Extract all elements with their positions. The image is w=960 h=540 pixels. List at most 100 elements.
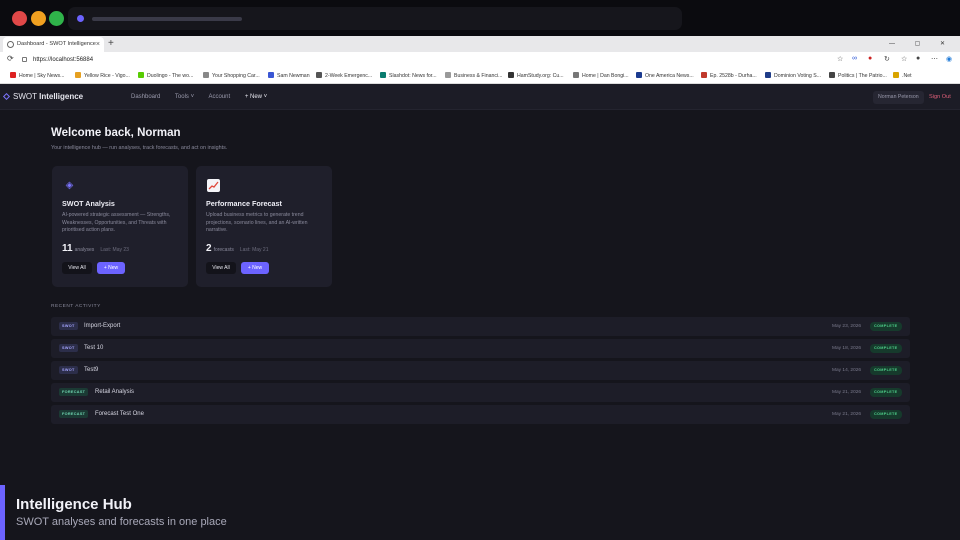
tab-strip: Dashboard - SWOT Intelligence × + — ▢ ✕ (0, 36, 960, 52)
profile-icon[interactable]: ● (916, 55, 920, 62)
maximize-window-button[interactable] (49, 11, 64, 26)
bookmark-icon (138, 72, 144, 78)
swot-analysis-card: ◈ SWOT Analysis AI-powered strategic ass… (52, 166, 188, 287)
bookmark-item[interactable]: Yellow Rice - Vigo... (75, 69, 130, 84)
bookmark-item[interactable]: One America News... (636, 69, 694, 84)
activity-row[interactable]: FORECAST Forecast Test One May 21, 2026 … (51, 405, 910, 424)
bookmark-item[interactable]: Dominion Voting S... (765, 69, 821, 84)
bookmark-icon (445, 72, 451, 78)
activity-date: May 23, 2026 (832, 324, 862, 329)
browser-window-controls[interactable]: — ▢ ✕ (889, 36, 954, 52)
status-badge: COMPLETE (870, 410, 902, 419)
app-viewport: SWOT Intelligence Dashboard Tools ˅ Acco… (0, 84, 960, 540)
trend-chart-icon (207, 179, 220, 192)
activity-row[interactable]: FORECAST Retail Analysis May 21, 2026 CO… (51, 383, 910, 402)
outer-title-pill (68, 7, 682, 30)
activity-row[interactable]: SWOT Test 10 May 18, 2026 COMPLETE (51, 339, 910, 358)
folder-icon (893, 72, 899, 78)
reload-icon[interactable]: ⟳ (7, 54, 14, 63)
menu-icon[interactable]: ⋯ (931, 55, 938, 63)
activity-row[interactable]: SWOT Import-Export May 23, 2026 COMPLETE (51, 317, 910, 336)
bookmark-item[interactable]: .Net (893, 69, 912, 84)
new-tab-button[interactable]: + (108, 36, 114, 51)
bookmark-icon (380, 72, 386, 78)
bookmark-item[interactable]: Business & Financi... (445, 69, 502, 84)
type-tag: FORECAST (59, 388, 89, 396)
activity-name: Forecast Test One (95, 411, 144, 417)
bookmark-item[interactable]: HamStudy.org: Cu... (508, 69, 564, 84)
lock-icon (22, 57, 27, 62)
bookmark-item[interactable]: Politics | The Patrio... (829, 69, 887, 84)
close-window-button[interactable] (12, 11, 27, 26)
new-forecast-button[interactable]: + New (241, 262, 269, 274)
caption-accent-bar (0, 485, 5, 540)
performance-forecast-card: Performance Forecast Upload business met… (196, 166, 332, 287)
bookmark-icon (701, 72, 707, 78)
nav-new[interactable]: + New ˅ (245, 94, 267, 100)
favorites-icon[interactable]: ☆ (901, 55, 907, 63)
card-stat: 11 analyses Last: May 23 (62, 243, 129, 254)
page-subtitle: Your intelligence hub — run analyses, tr… (51, 145, 228, 151)
card-stat: 2 forecasts Last: May 21 (206, 243, 269, 254)
view-all-forecasts-button[interactable]: View All (206, 262, 236, 274)
bookmark-item[interactable]: Home | Sky News... (10, 69, 64, 84)
caption-title: Intelligence Hub (16, 496, 132, 513)
activity-date: May 18, 2026 (832, 346, 862, 351)
bookmark-item[interactable]: Sam Newman (268, 69, 310, 84)
bookmark-icon (10, 72, 16, 78)
card-unit: forecasts (213, 247, 234, 253)
activity-row[interactable]: SWOT Test9 May 14, 2026 COMPLETE (51, 361, 910, 380)
status-badge: COMPLETE (870, 344, 902, 353)
bookmark-icon (75, 72, 81, 78)
nav-dashboard[interactable]: Dashboard (131, 94, 160, 100)
caption-overlay: Intelligence Hub SWOT analyses and forec… (0, 485, 960, 540)
card-count: 2 (206, 243, 212, 254)
card-last-date: Last: May 21 (239, 247, 269, 253)
title-placeholder-bar (92, 17, 242, 21)
bookmark-item[interactable]: 2-Week Emergenc... (316, 69, 372, 84)
bookmark-icon (765, 72, 771, 78)
address-row: ⟳ https://localhost:56884 ☆ ∞ ● ↻ ☆ ● ⋯ … (0, 52, 960, 69)
card-title: Performance Forecast (206, 199, 282, 208)
minimize-window-button[interactable] (31, 11, 46, 26)
activity-date: May 21, 2026 (832, 390, 862, 395)
address-url: https://localhost:56884 (33, 57, 94, 63)
status-badge: COMPLETE (870, 388, 902, 397)
brand-logo[interactable]: SWOT Intelligence (2, 84, 83, 110)
new-analysis-button[interactable]: + New (97, 262, 125, 274)
activity-name: Test9 (84, 367, 99, 373)
card-last-date: Last: May 23 (100, 247, 129, 253)
globe-icon (7, 41, 14, 48)
star-icon[interactable]: ☆ (837, 55, 843, 63)
caption-subtitle: SWOT analyses and forecasts in one place (16, 516, 227, 528)
card-description: AI-powered strategic assessment — Streng… (62, 212, 171, 233)
sign-out-link[interactable]: Sign Out (929, 84, 951, 110)
swot-diamond-icon: ◈ (65, 180, 74, 191)
bookmark-icon (203, 72, 209, 78)
extension-icon[interactable]: ∞ (852, 55, 857, 62)
view-all-analyses-button[interactable]: View All (62, 262, 92, 274)
status-badge: COMPLETE (870, 322, 902, 331)
card-unit: analyses (74, 247, 95, 253)
nav-account[interactable]: Account (208, 94, 230, 100)
extension-icon[interactable]: ● (868, 55, 872, 62)
bookmark-icon (268, 72, 274, 78)
type-tag: SWOT (59, 366, 78, 374)
bookmark-item[interactable]: Home | Dan Bongi... (573, 69, 629, 84)
copilot-icon[interactable]: ◉ (946, 55, 952, 63)
close-tab-icon[interactable]: × (96, 37, 100, 52)
activity-date: May 21, 2026 (832, 412, 862, 417)
nav-tools[interactable]: Tools ˅ (175, 94, 194, 100)
activity-name: Retail Analysis (95, 389, 135, 395)
type-tag: SWOT (59, 322, 78, 330)
card-description: Upload business metrics to generate tren… (206, 212, 308, 233)
browser-tab-dashboard[interactable]: Dashboard - SWOT Intelligence × (3, 37, 104, 52)
address-bar[interactable]: https://localhost:56884 (18, 54, 830, 67)
bookmark-item[interactable]: Ep. 2528b - Durha... (701, 69, 757, 84)
status-badge: COMPLETE (870, 366, 902, 375)
bookmark-item[interactable]: Duolingo - The wo... (138, 69, 193, 84)
bookmark-item[interactable]: Your Shopping Car... (203, 69, 260, 84)
extension-icon[interactable]: ↻ (884, 55, 890, 63)
bookmark-item[interactable]: Slashdot: News for... (380, 69, 437, 84)
user-name-badge[interactable]: Norman Peterson (873, 91, 924, 104)
